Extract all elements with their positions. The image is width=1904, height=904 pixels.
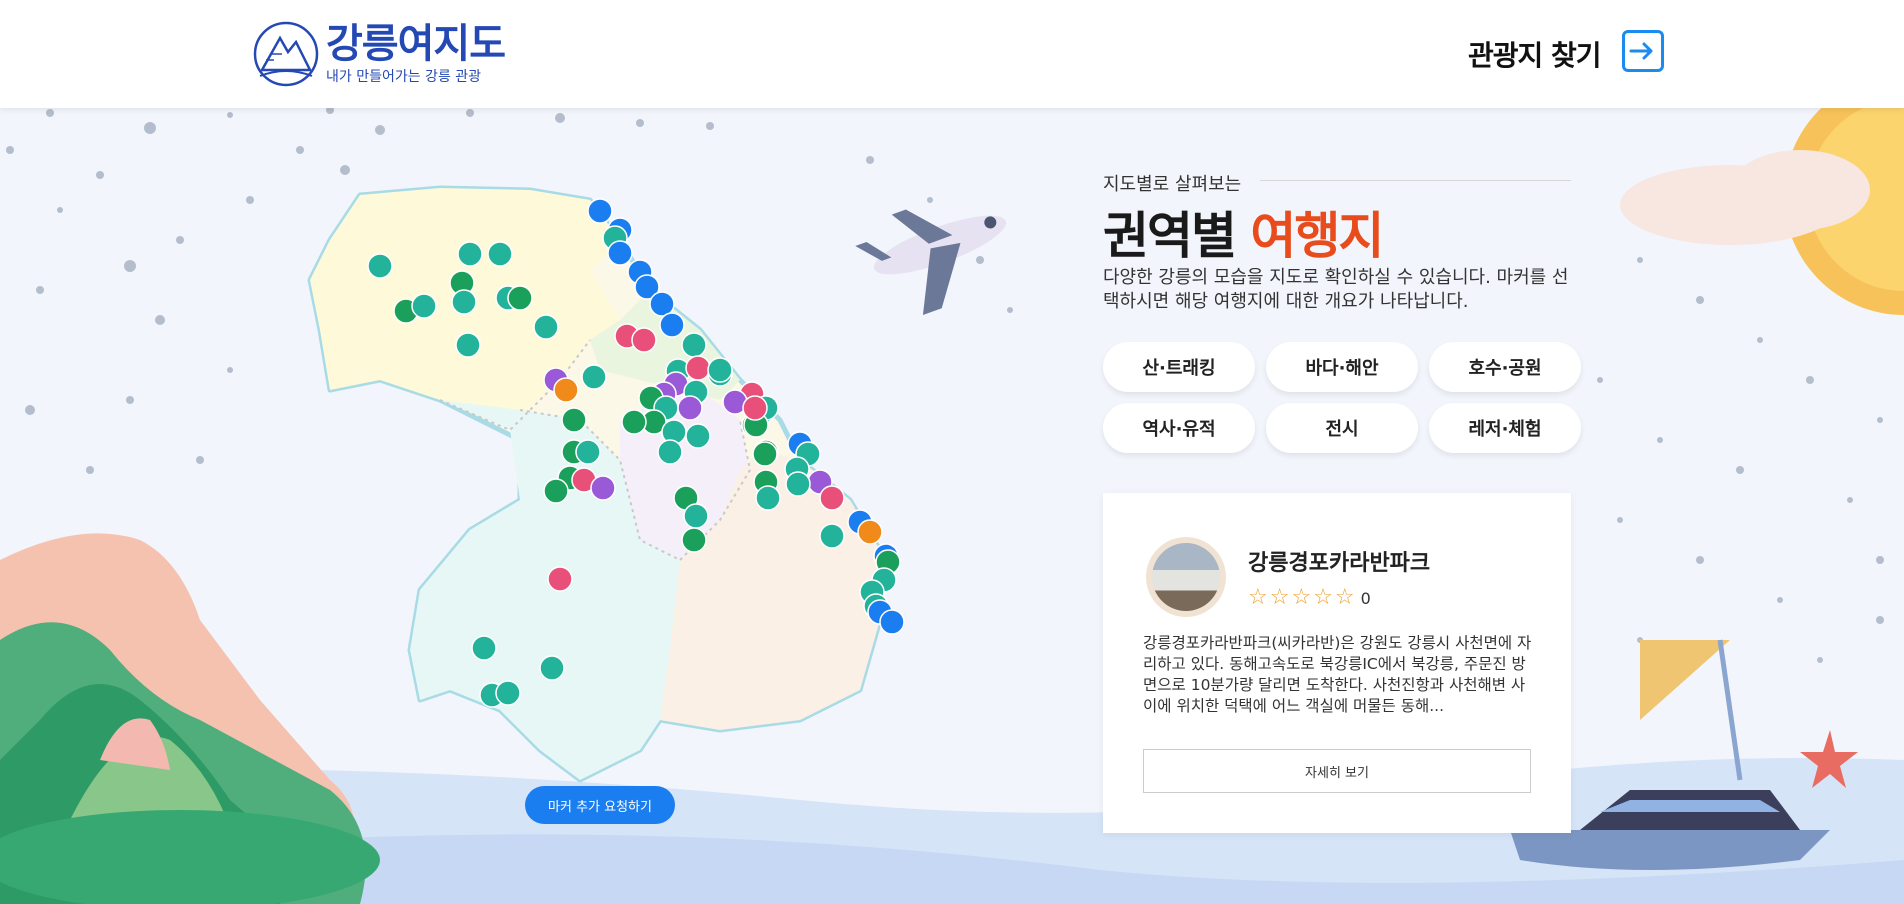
map-marker[interactable] [657,439,683,465]
region-map [307,185,905,783]
map-marker[interactable] [547,566,573,592]
request-marker-button[interactable]: 마커 추가 요청하기 [525,786,675,824]
section-eyebrow: 지도별로 살펴보는 [1103,174,1242,195]
section-title-highlight: 여행지 [1250,207,1384,265]
find-attractions-link[interactable]: 관광지 찾기 [1468,34,1602,74]
map-marker[interactable] [587,198,613,224]
category-mountain-trekking[interactable]: 산·트래킹 [1103,342,1255,392]
map-marker[interactable] [752,441,778,467]
map-marker[interactable] [455,332,481,358]
category-lake-park[interactable]: 호수·공원 [1429,342,1581,392]
section-title: 권역별 여행지 [1103,196,1384,268]
site-header: 강릉여지도 내가 만들어가는 강릉 관광 관광지 찾기 [0,0,1904,108]
map-marker[interactable] [659,312,685,338]
category-filter-group: 산·트래킹 바다·해안 호수·공원 역사·유적 전시 레저·체험 [1103,342,1583,453]
rating-count: 0 [1360,589,1371,608]
map-marker[interactable] [367,253,393,279]
logo-subtitle: 내가 만들어가는 강릉 관광 [326,69,482,85]
map-marker[interactable] [755,485,781,511]
map-marker[interactable] [539,655,565,681]
map-marker[interactable] [819,523,845,549]
map-marker[interactable] [681,527,707,553]
map-marker[interactable] [533,314,559,340]
map-marker[interactable] [561,407,587,433]
star-icons: ☆☆☆☆☆ [1248,585,1357,610]
map-marker[interactable] [742,395,768,421]
login-button[interactable] [1622,30,1664,72]
map-marker[interactable] [553,377,579,403]
map-marker[interactable] [411,293,437,319]
place-description: 강릉경포카라반파크(씨카라반)은 강원도 강릉시 사천면에 자리하고 있다. 동… [1143,634,1532,715]
category-history-heritage[interactable]: 역사·유적 [1103,403,1255,453]
map-marker[interactable] [487,241,513,267]
map-marker[interactable] [621,409,647,435]
map-marker[interactable] [681,332,707,358]
map-marker[interactable] [685,355,711,381]
map-marker[interactable] [607,240,633,266]
map-marker[interactable] [543,478,569,504]
map-marker[interactable] [457,241,483,267]
map-marker[interactable] [707,357,733,383]
map-marker[interactable] [575,439,601,465]
map-marker[interactable] [507,285,533,311]
map-marker[interactable] [451,289,477,315]
map-marker[interactable] [471,635,497,661]
eyebrow-divider [1260,180,1571,181]
map-marker[interactable] [857,519,883,545]
map-marker[interactable] [879,609,905,635]
category-sea-coast[interactable]: 바다·해안 [1266,342,1418,392]
map-marker[interactable] [683,503,709,529]
place-name: 강릉경포카라반파크 [1248,551,1431,576]
map-marker[interactable] [677,395,703,421]
map-marker[interactable] [785,471,811,497]
rating-stars[interactable]: ☆☆☆☆☆ 0 [1248,585,1371,610]
section-description: 다양한 강릉의 모습을 지도로 확인하실 수 있습니다. 마커를 선택하시면 해… [1103,267,1569,312]
section-title-main: 권역별 [1103,207,1237,265]
category-exhibition[interactable]: 전시 [1266,403,1418,453]
logo-title: 강릉여지도 [326,21,506,67]
place-thumbnail [1146,537,1226,617]
arrow-into-box-icon [1629,42,1653,60]
site-logo[interactable]: 강릉여지도 내가 만들어가는 강릉 관광 [252,20,506,88]
map-marker[interactable] [685,423,711,449]
place-info-card: 강릉경포카라반파크 ☆☆☆☆☆ 0 강릉경포카라반파크(씨카라반)은 강원도 강릉… [1103,493,1571,833]
map-marker[interactable] [495,680,521,706]
category-leisure-experience[interactable]: 레저·체험 [1429,403,1581,453]
map-marker[interactable] [590,475,616,501]
logo-mountain-icon [253,21,319,87]
map-marker[interactable] [631,327,657,353]
view-details-button[interactable]: 자세히 보기 [1143,749,1531,793]
map-marker[interactable] [819,485,845,511]
map-marker[interactable] [581,364,607,390]
